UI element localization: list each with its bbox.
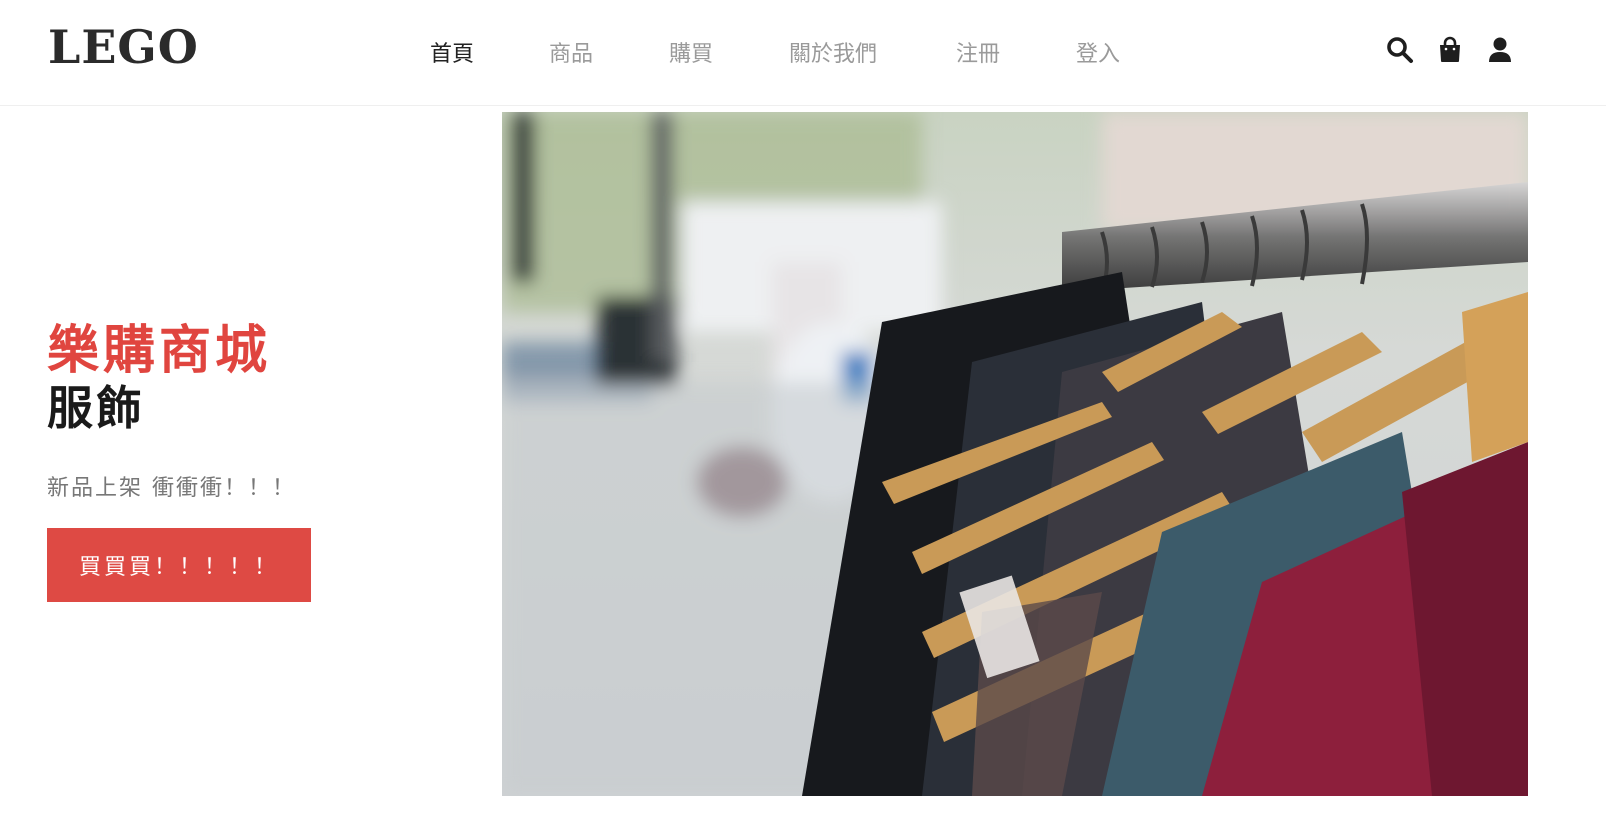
main-nav: 首頁 商品 購買 關於我們 注冊 登入: [0, 36, 1606, 68]
nav-item-products[interactable]: 商品: [549, 36, 593, 68]
hero-image-clothes-rack: [502, 112, 1528, 796]
shopping-bag-icon[interactable]: [1434, 34, 1466, 66]
search-icon[interactable]: [1384, 34, 1416, 66]
nav-item-home[interactable]: 首頁: [430, 36, 474, 68]
header-icons: [1380, 34, 1520, 66]
buy-now-button[interactable]: 買買買！！！！！: [47, 528, 311, 602]
hero-subtitle: 服飾: [47, 381, 145, 435]
nav-item-buy[interactable]: 購買: [669, 36, 713, 68]
nav-item-register[interactable]: 注冊: [956, 36, 1000, 68]
user-icon[interactable]: [1484, 34, 1516, 66]
hero-tagline: 新品上架 衝衝衝！！！: [47, 476, 296, 501]
nav-item-about[interactable]: 關於我們: [789, 36, 877, 68]
site-header: LEGO 首頁 商品 購買 關於我們 注冊 登入: [0, 0, 1606, 106]
nav-item-login[interactable]: 登入: [1076, 36, 1120, 68]
